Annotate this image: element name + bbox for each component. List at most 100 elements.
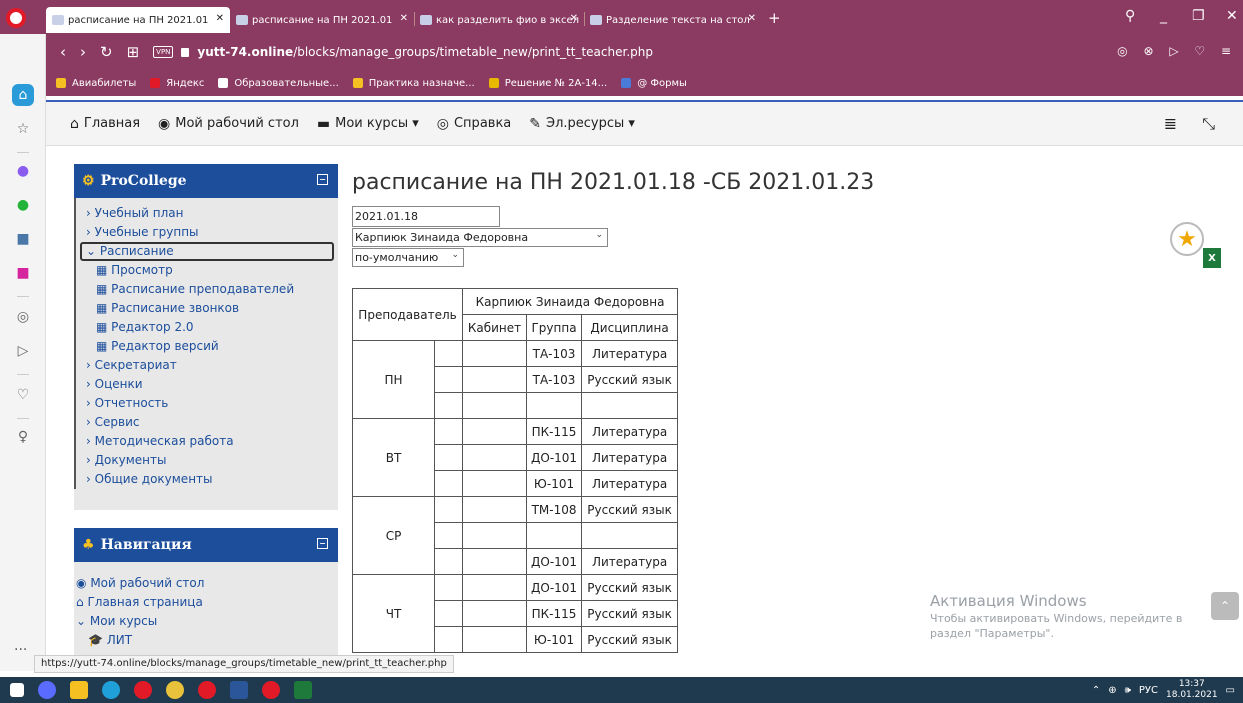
reload-button[interactable]: ↻ (100, 43, 113, 61)
favorite-star-icon[interactable]: ★ (1170, 222, 1204, 256)
procollege-item[interactable]: › Документы (76, 451, 338, 470)
excel-icon[interactable] (294, 681, 312, 699)
nav-link-my-courses[interactable]: ⌄ Мои курсы (76, 612, 338, 631)
procollege-item[interactable]: ▦ Редактор 2.0 (76, 318, 338, 337)
procollege-item[interactable]: ▦ Редактор версий (76, 337, 338, 356)
edge-icon[interactable] (102, 681, 120, 699)
procollege-item[interactable]: ⌄ Расписание (80, 242, 334, 261)
notifications-icon[interactable]: ▭ (1226, 685, 1235, 696)
nav-resources[interactable]: ✎ Эл.ресурсы ▾ (529, 116, 635, 132)
bookmark-item[interactable]: Практика назначе... (352, 78, 475, 89)
tab-4[interactable]: Разделение текста на стол ✕ (584, 7, 762, 33)
player-icon[interactable]: ◎ (12, 306, 34, 328)
yandex-icon[interactable] (198, 681, 216, 699)
minimize-button[interactable]: _ (1160, 8, 1167, 24)
bookmark-item[interactable]: Яндекс (150, 78, 204, 89)
app-icon[interactable] (166, 681, 184, 699)
address-actions[interactable]: ◎ ⊗ ▷ ♡ ≡ (1117, 44, 1237, 58)
volume-icon[interactable]: 🕪 (1125, 685, 1131, 696)
nav-link-home[interactable]: ⌂ Главная страница (76, 593, 338, 612)
chevron-right-icon: › (86, 434, 95, 448)
instagram-icon[interactable]: ■ (12, 262, 34, 284)
windows-taskbar: ⌃ ⊕ 🕪 РУС 13:37 18.01.2021 ▭ (0, 677, 1243, 703)
dashboard-icon: ◉ (158, 115, 171, 132)
calendar-icon: ▦ (96, 282, 112, 296)
messenger-icon[interactable]: ● (12, 160, 34, 182)
nav-link-dashboard[interactable]: ◉ Мой рабочий стол (76, 574, 338, 593)
procollege-item[interactable]: › Учебный план (76, 204, 338, 223)
search-tabs-icon[interactable]: ⚲ (1125, 8, 1135, 24)
tab-3[interactable]: как разделить фио в эксел ✕ (414, 7, 584, 33)
new-tab-button[interactable]: + (768, 9, 781, 27)
url-field[interactable]: yutt-74.online/blocks/manage_groups/time… (197, 45, 653, 59)
room-cell (462, 366, 527, 393)
whatsapp-icon[interactable]: ● (12, 194, 34, 216)
lightbulb-icon[interactable]: ♀ (12, 426, 34, 448)
file-explorer-icon[interactable] (70, 681, 88, 699)
nav-link-course[interactable]: 🎓 ЛИТ (76, 631, 338, 650)
procollege-item[interactable]: › Отчетность (76, 394, 338, 413)
subject-cell: Русский язык (581, 600, 679, 627)
excel-export-icon[interactable]: X (1203, 248, 1221, 268)
speed-dial-icon[interactable]: ⊞ (127, 43, 140, 61)
procollege-item[interactable]: › Сервис (76, 413, 338, 432)
clock[interactable]: 13:37 18.01.2021 (1166, 679, 1218, 701)
nav-help[interactable]: ◎ Справка (437, 116, 512, 132)
heart-icon[interactable]: ♡ (12, 384, 34, 406)
tab-close-icon[interactable]: ✕ (748, 13, 756, 24)
search-app-icon[interactable] (38, 681, 56, 699)
opera-icon[interactable] (134, 681, 152, 699)
opera-logo-icon[interactable] (6, 8, 26, 28)
vpn-badge[interactable]: VPN (153, 46, 174, 58)
tray-chevron-icon[interactable]: ⌃ (1092, 685, 1100, 696)
bookmark-item[interactable]: @ Формы (621, 78, 687, 89)
forward-button[interactable]: › (80, 43, 86, 61)
network-icon[interactable]: ⊕ (1108, 685, 1116, 696)
back-button[interactable]: ‹ (60, 43, 66, 61)
procollege-item[interactable]: › Общие документы (76, 470, 338, 489)
table-row: СР ТМ-108 Русский язык (352, 496, 679, 575)
word-icon[interactable] (230, 681, 248, 699)
navbar-tools[interactable]: ≣ ⤡ (1164, 114, 1225, 134)
collapse-icon[interactable]: − (317, 538, 328, 549)
chevron-down-icon: ⌄ (76, 614, 87, 628)
procollege-item[interactable]: ▦ Расписание звонков (76, 299, 338, 318)
nav-home[interactable]: ⌂ Главная (70, 116, 140, 132)
nav-my-courses[interactable]: ▬ Мои курсы ▾ (317, 116, 419, 132)
bookmark-item[interactable]: Образовательные... (218, 78, 339, 89)
language-indicator[interactable]: РУС (1139, 685, 1158, 696)
restore-button[interactable]: ❐ (1192, 8, 1205, 24)
star-icon[interactable]: ☆ (12, 118, 34, 140)
tab-close-icon[interactable]: ✕ (570, 13, 578, 24)
lock-icon (181, 47, 190, 57)
more-icon[interactable]: ··· (14, 642, 27, 658)
scroll-to-top-button[interactable]: ⌃ (1211, 592, 1239, 620)
col-teacher-header: Преподаватель (352, 288, 463, 341)
tab-2[interactable]: расписание на ПН 2021.01 ✕ (230, 7, 414, 33)
tab-close-icon[interactable]: ✕ (216, 13, 224, 24)
procollege-item[interactable]: ▦ Просмотр (76, 261, 338, 280)
bookmark-item[interactable]: Решение № 2А-14... (488, 78, 607, 89)
tab-close-icon[interactable]: ✕ (400, 13, 408, 24)
mode-select[interactable]: по-умолчанию ⌄ (352, 248, 464, 267)
bookmark-item[interactable]: Авиабилеты (56, 78, 136, 89)
close-window-button[interactable]: ✕ (1226, 8, 1238, 24)
teacher-select[interactable]: Карпиюк Зинаида Федоровна ⌄ (352, 228, 608, 247)
tab-1[interactable]: расписание на ПН 2021.01 ✕ (46, 7, 230, 33)
procollege-item[interactable]: › Методическая работа (76, 432, 338, 451)
procollege-item[interactable]: › Оценки (76, 375, 338, 394)
group-cell: Ю-101 (525, 470, 583, 497)
yandex-browser-icon[interactable] (262, 681, 280, 699)
procollege-item[interactable]: ▦ Расписание преподавателей (76, 280, 338, 299)
date-field[interactable]: 2021.01.18 (352, 206, 500, 227)
home-icon[interactable]: ⌂ (12, 84, 34, 106)
nav-dashboard[interactable]: ◉ Мой рабочий стол (158, 116, 299, 132)
procollege-item[interactable]: › Учебные группы (76, 223, 338, 242)
flow-icon[interactable]: ▷ (12, 340, 34, 362)
collapse-icon[interactable]: − (317, 174, 328, 185)
vk-icon[interactable]: ■ (12, 228, 34, 250)
lesson-number-cell (434, 626, 463, 653)
group-cell: ПК-115 (525, 600, 583, 627)
procollege-item[interactable]: › Секретариат (76, 356, 338, 375)
windows-start-icon[interactable] (10, 683, 24, 697)
